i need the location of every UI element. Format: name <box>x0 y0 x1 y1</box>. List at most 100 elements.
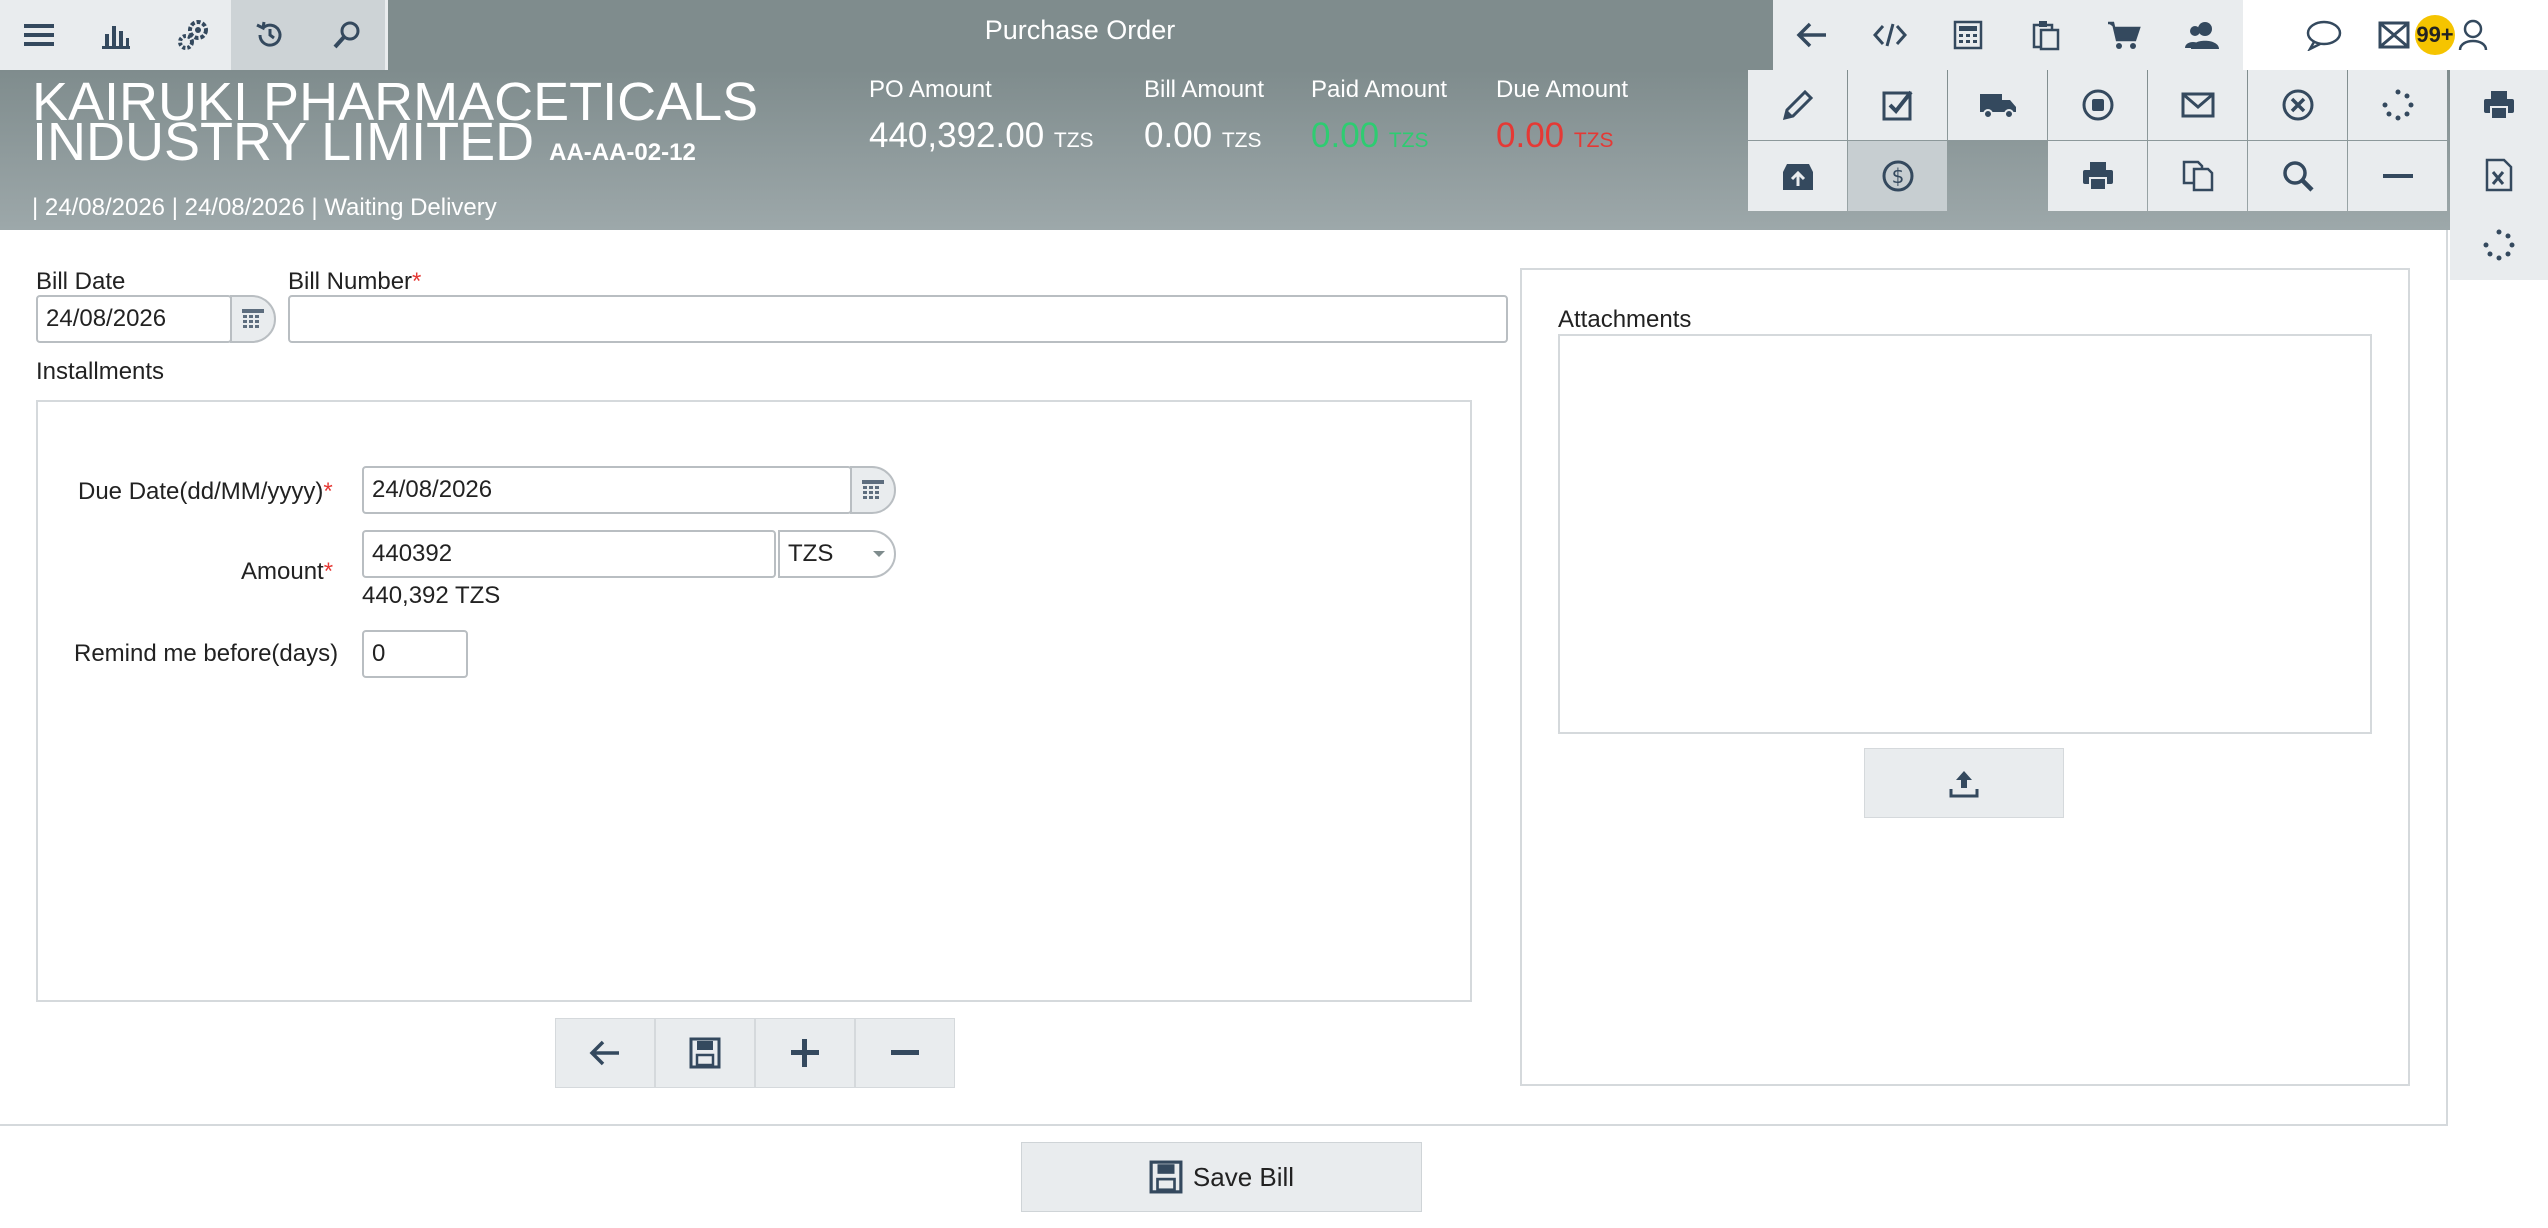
metric-value: 440,392.00 <box>869 116 1045 155</box>
chat-icon <box>2306 20 2342 51</box>
find-button[interactable] <box>2248 141 2347 211</box>
code-button[interactable] <box>1851 0 1929 70</box>
spinner-icon <box>2382 89 2413 121</box>
loading-button[interactable] <box>2348 70 2447 140</box>
notification-badge[interactable]: 99+ <box>2415 15 2455 55</box>
archive-upload-icon <box>1782 164 1813 190</box>
cart-button[interactable] <box>2085 0 2163 70</box>
metric-currency: TZS <box>1221 129 1262 152</box>
amount-formatted: 440,392 TZS <box>362 582 501 609</box>
cancel-button[interactable] <box>2248 70 2347 140</box>
top-user-area: 99+ <box>2243 0 2548 70</box>
email-button[interactable] <box>2148 70 2247 140</box>
users-button[interactable] <box>2163 0 2241 70</box>
calendar-icon <box>242 309 264 328</box>
attachments-dropzone[interactable] <box>1558 334 2372 734</box>
chevron-down-icon <box>873 551 885 557</box>
code-icon <box>1873 23 1907 47</box>
mail-icon <box>2378 21 2410 49</box>
calculator-icon <box>1953 20 1983 50</box>
installment-save-button[interactable] <box>655 1018 755 1088</box>
company-line2: INDUSTRY LIMITED <box>32 112 535 172</box>
close-circle-icon <box>2282 89 2313 121</box>
edit-button[interactable] <box>1748 70 1847 140</box>
check-square-icon <box>1882 90 1913 121</box>
back-button[interactable] <box>1773 0 1851 70</box>
amount-label-text: Amount <box>241 558 324 585</box>
attachments-label: Attachments <box>1558 306 1692 333</box>
installment-add-button[interactable] <box>755 1018 855 1088</box>
save-bill-button[interactable]: Save Bill <box>1021 1142 1422 1212</box>
dollar-circle-icon: $ <box>1882 160 1913 192</box>
copy-icon <box>2182 160 2213 192</box>
bill-date-calendar-button[interactable] <box>230 295 276 343</box>
installment-back-button[interactable] <box>555 1018 655 1088</box>
reports-button[interactable] <box>77 0 154 70</box>
minimize-button[interactable] <box>2348 141 2447 211</box>
printer-icon <box>2484 91 2514 120</box>
amount-input[interactable]: 440392 <box>362 530 776 578</box>
metric-paid-amount: Paid Amount 0.00 TZS <box>1311 76 1447 156</box>
metric-due-amount: Due Amount 0.00 TZS <box>1496 76 1628 156</box>
plus-icon <box>791 1039 819 1067</box>
metric-currency: TZS <box>1053 129 1094 152</box>
settings-button[interactable] <box>154 0 231 70</box>
bill-date-input[interactable]: 24/08/2026 <box>36 295 232 343</box>
menu-button[interactable] <box>0 0 77 70</box>
company-name: KAIRUKI PHARMACETICALS INDUSTRY LIMITED … <box>32 75 758 173</box>
spinner-icon <box>2483 229 2515 261</box>
bar-chart-icon <box>101 26 130 49</box>
metric-label: Due Amount <box>1496 76 1629 103</box>
profile-button[interactable] <box>2455 19 2491 51</box>
user-group-icon <box>2185 22 2219 49</box>
excel-icon <box>2485 158 2513 192</box>
floppy-icon <box>689 1037 721 1069</box>
search-button[interactable] <box>308 0 385 70</box>
chat-button[interactable] <box>2289 19 2359 51</box>
currency-select[interactable]: TZS <box>778 530 896 578</box>
bill-date-label: Bill Date <box>36 268 126 295</box>
print-button[interactable] <box>2048 141 2147 211</box>
clipboard-button[interactable] <box>2007 0 2085 70</box>
due-date-calendar-button[interactable] <box>850 466 896 514</box>
archive-button[interactable] <box>1748 141 1847 211</box>
magnifier-icon <box>2282 161 2314 192</box>
history-icon <box>255 21 281 47</box>
bill-number-label-text: Bill Number <box>288 268 413 295</box>
mail-button[interactable] <box>2373 21 2415 49</box>
calculator-button[interactable] <box>1929 0 2007 70</box>
gears-icon <box>177 20 208 50</box>
installment-remove-button[interactable] <box>855 1018 955 1088</box>
export-excel-button[interactable] <box>2450 140 2548 210</box>
metric-currency: TZS <box>1388 129 1429 152</box>
copy-button[interactable] <box>2148 141 2247 211</box>
page-title: Purchase Order <box>984 15 1176 45</box>
required-mark: * <box>412 268 422 295</box>
floppy-icon <box>1149 1160 1183 1194</box>
upload-button[interactable] <box>1864 748 2064 818</box>
arrow-left-icon <box>1796 22 1826 48</box>
remind-days-input[interactable]: 0 <box>362 630 468 678</box>
approve-button[interactable] <box>1848 70 1947 140</box>
po-code: AA-AA-02-12 <box>549 139 696 166</box>
envelope-icon <box>2181 92 2214 118</box>
svg-text:$: $ <box>1891 164 1904 188</box>
upload-icon <box>1949 771 1979 798</box>
delivery-button[interactable] <box>1948 70 2047 140</box>
side-loading-button[interactable] <box>2450 210 2548 280</box>
action-panel: $ <box>1748 70 2448 212</box>
stop-button[interactable] <box>2048 70 2147 140</box>
stop-circle-icon <box>2082 89 2113 121</box>
bill-number-label: Bill Number* <box>288 268 421 296</box>
metric-label: Paid Amount <box>1311 76 1448 103</box>
due-date-input[interactable]: 24/08/2026 <box>362 466 852 514</box>
history-button[interactable] <box>231 0 308 70</box>
right-side-strip <box>2450 70 2548 280</box>
bill-button[interactable]: $ <box>1848 141 1947 211</box>
side-print-button[interactable] <box>2450 70 2548 140</box>
currency-selected: TZS <box>788 540 834 567</box>
bill-number-input[interactable] <box>288 295 1508 343</box>
metric-value: 0.00 <box>1311 116 1380 155</box>
truck-icon <box>1979 94 2016 119</box>
cart-icon <box>2108 21 2141 49</box>
